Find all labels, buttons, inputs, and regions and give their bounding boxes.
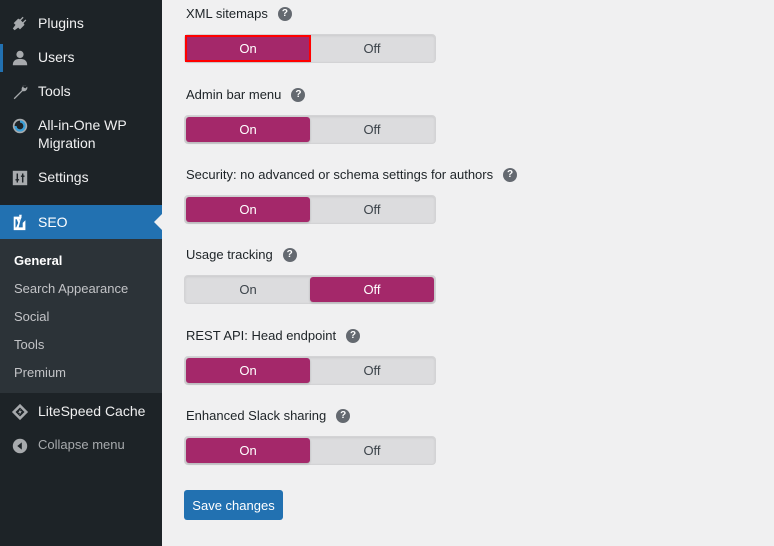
yoast-icon [10,212,30,232]
toggle-on-option[interactable]: On [186,117,310,142]
sidebar-item-seo[interactable]: SEO [0,205,162,239]
sidebar-item-tools[interactable]: Tools [0,82,162,102]
sidebar-label: Users [38,49,75,65]
save-changes-button[interactable]: Save changes [184,490,283,520]
sidebar-label: Plugins [38,15,84,31]
help-icon[interactable]: ? [336,409,351,423]
sidebar-item-users[interactable]: Users [0,48,162,68]
admin-sidebar: Plugins Users Tools All-in-One WP Migrati… [0,0,162,546]
toggle-off-option[interactable]: Off [310,117,434,142]
toggle-usage-tracking[interactable]: On Off [184,275,436,304]
sidebar-label: SEO [38,214,68,230]
collapse-menu-button[interactable]: Collapse menu [0,436,162,456]
toggle-on-option[interactable]: On [186,358,310,383]
settings-icon [10,168,30,188]
toggle-on-option[interactable]: On [185,35,311,62]
sidebar-label: Collapse menu [38,437,125,452]
setting-label-rest-api-head-endpoint: REST API: Head endpoint? [186,328,361,344]
sidebar-item-all-in-one-wp-migration[interactable]: All-in-One WP Migration [0,116,162,152]
plugin-icon [10,14,30,34]
help-icon[interactable]: ? [503,168,518,182]
sidebar-item-plugins[interactable]: Plugins [0,14,162,34]
user-icon [10,48,30,68]
setting-label-enhanced-slack-sharing: Enhanced Slack sharing? [186,408,351,424]
litespeed-icon [10,402,30,422]
sidebar-label: All-in-One WP Migration [38,117,127,151]
toggle-admin-bar-menu[interactable]: On Off [184,115,436,144]
help-icon[interactable]: ? [346,329,361,343]
submenu-item-social[interactable]: Social [14,309,49,325]
sidebar-item-settings[interactable]: Settings [0,168,162,188]
sidebar-label: LiteSpeed Cache [38,403,146,419]
toggle-off-option[interactable]: Off [310,358,434,383]
help-icon[interactable]: ? [277,7,292,21]
toggle-off-option[interactable]: Off [310,36,434,61]
help-icon[interactable]: ? [291,88,306,102]
submenu-item-premium[interactable]: Premium [14,365,66,381]
submenu-item-general[interactable]: General [14,253,62,269]
toggle-on-option[interactable]: On [186,277,310,302]
toggle-on-option[interactable]: On [186,197,310,222]
toggle-off-option[interactable]: Off [310,197,434,222]
migration-icon [10,116,30,136]
toggle-security[interactable]: On Off [184,195,436,224]
toggle-off-option[interactable]: Off [310,438,434,463]
help-icon[interactable]: ? [282,248,297,262]
submenu-item-search-appearance[interactable]: Search Appearance [14,281,128,297]
sidebar-label: Tools [38,83,71,99]
setting-label-xml-sitemaps: XML sitemaps? [186,6,292,22]
toggle-off-option[interactable]: Off [310,277,434,302]
sidebar-label: Settings [38,169,89,185]
setting-label-admin-bar-menu: Admin bar menu? [186,87,306,103]
toggle-on-option[interactable]: On [186,438,310,463]
collapse-icon [10,436,30,456]
toggle-xml-sitemaps[interactable]: On Off [184,34,436,63]
sidebar-item-litespeed-cache[interactable]: LiteSpeed Cache [0,402,162,422]
toggle-enhanced-slack-sharing[interactable]: On Off [184,436,436,465]
current-menu-arrow [154,214,162,230]
setting-label-usage-tracking: Usage tracking? [186,247,297,263]
wrench-icon [10,82,30,102]
toggle-rest-api-head-endpoint[interactable]: On Off [184,356,436,385]
submenu-item-tools[interactable]: Tools [14,337,44,353]
seo-submenu: General Search Appearance Social Tools P… [0,239,162,393]
settings-panel: XML sitemaps? On Off Admin bar menu? On … [162,0,774,546]
setting-label-security: Security: no advanced or schema settings… [186,167,518,183]
